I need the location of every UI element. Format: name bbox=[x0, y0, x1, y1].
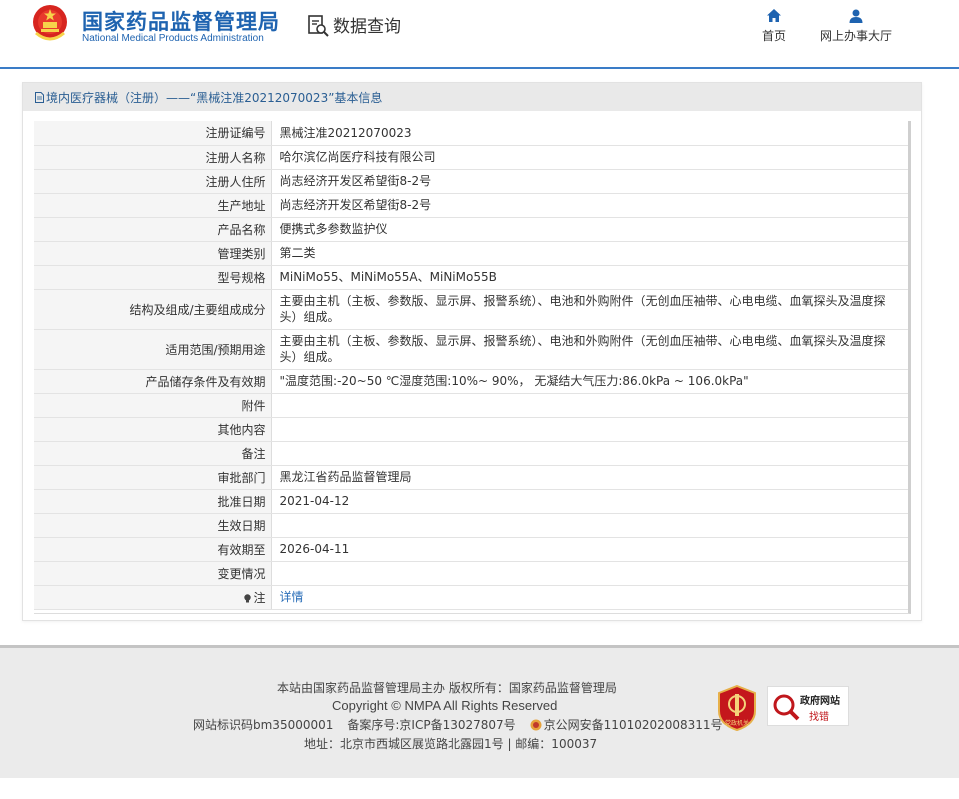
field-value: 便携式多参数监护仪 bbox=[271, 217, 908, 242]
table-row: 结构及组成/主要组成成分 主要由主机（主板、参数版、显示屏、报警系统）、电池和外… bbox=[34, 289, 908, 330]
field-value bbox=[271, 561, 908, 586]
field-label: 产品名称 bbox=[34, 217, 272, 242]
table-row: 注册证编号 黑械注准20212070023 bbox=[34, 121, 908, 146]
home-icon bbox=[767, 9, 781, 22]
table-row: 注册人住所 尚志经济开发区希望街8-2号 bbox=[34, 169, 908, 194]
field-label: 型号规格 bbox=[34, 265, 272, 290]
table-row: 管理类别 第二类 bbox=[34, 241, 908, 266]
details-link[interactable]: 详情 bbox=[280, 590, 304, 604]
note-value-cell: 详情 bbox=[271, 585, 908, 610]
document-icon bbox=[35, 91, 44, 103]
detail-table-wrapper[interactable]: 注册证编号 黑械注准20212070023 注册人名称 哈尔滨亿尚医疗科技有限公… bbox=[34, 121, 911, 614]
field-value bbox=[271, 513, 908, 538]
gov-site-error-badge[interactable]: 政府网站 找错 bbox=[767, 686, 849, 726]
field-value: 尚志经济开发区希望街8-2号 bbox=[271, 193, 908, 218]
footer-police-record[interactable]: 京公网安备11010202008311号 bbox=[530, 716, 723, 733]
detail-table: 注册证编号 黑械注准20212070023 注册人名称 哈尔滨亿尚医疗科技有限公… bbox=[34, 121, 908, 610]
party-government-badge-icon[interactable]: 党政机关 bbox=[716, 685, 758, 731]
site-header: 国家药品监督管理局 National Medical Products Admi… bbox=[0, 0, 959, 69]
field-label: 产品储存条件及有效期 bbox=[34, 369, 272, 394]
field-value: 2026-04-11 bbox=[271, 537, 908, 562]
site-footer: 本站由国家药品监督管理局主办 版权所有：国家药品监督管理局 Copyright … bbox=[0, 645, 959, 778]
table-row: 批准日期 2021-04-12 bbox=[34, 489, 908, 514]
party-badge-text: 党政机关 bbox=[725, 719, 749, 727]
table-row: 其他内容 bbox=[34, 417, 908, 442]
data-query-label: 数据查询 bbox=[333, 17, 401, 37]
footer-registration: 网站标识码bm35000001 备案序号:京ICP备13027807号 京公网安… bbox=[193, 716, 723, 733]
nav-service-hall-label: 网上办事大厅 bbox=[819, 29, 892, 43]
field-label: 注册证编号 bbox=[34, 121, 272, 146]
field-label: 管理类别 bbox=[34, 241, 272, 266]
field-label: 审批部门 bbox=[34, 465, 272, 490]
note-label-cell: 注 bbox=[34, 585, 272, 610]
logo-title-en[interactable]: National Medical Products Administration bbox=[82, 33, 264, 44]
table-row: 备注 bbox=[34, 441, 908, 466]
logo-title-cn[interactable]: 国家药品监督管理局 bbox=[82, 6, 280, 36]
field-value: 第二类 bbox=[271, 241, 908, 266]
user-icon bbox=[849, 9, 863, 23]
field-label: 注册人名称 bbox=[34, 145, 272, 170]
gov-badge-title: 政府网站 bbox=[800, 696, 840, 707]
field-value: 主要由主机（主板、参数版、显示屏、报警系统）、电池和外购附件（无创血压袖带、心电… bbox=[271, 329, 908, 370]
field-value: 哈尔滨亿尚医疗科技有限公司 bbox=[271, 145, 908, 170]
nav-home[interactable]: 首页 bbox=[760, 8, 788, 44]
note-label: 注 bbox=[253, 590, 266, 605]
field-value: MiNiMo55、MiNiMo55A、MiNiMo55B bbox=[271, 265, 908, 290]
footer-sponsor: 本站由国家药品监督管理局主办 版权所有：国家药品监督管理局 bbox=[277, 681, 617, 695]
field-value: 黑械注准20212070023 bbox=[271, 121, 908, 146]
panel-heading-text: 境内医疗器械（注册）——“黑械注准20212070023”基本信息 bbox=[46, 90, 383, 105]
document-search-icon bbox=[308, 14, 329, 37]
table-row-note: 注 详情 bbox=[34, 585, 908, 610]
table-row: 生效日期 bbox=[34, 513, 908, 538]
footer-site-id: 网站标识码bm35000001 bbox=[193, 718, 334, 732]
field-value bbox=[271, 417, 908, 442]
field-value: 主要由主机（主板、参数版、显示屏、报警系统）、电池和外购附件（无创血压袖带、心电… bbox=[271, 289, 908, 330]
field-value: 2021-04-12 bbox=[271, 489, 908, 514]
footer-address: 地址：北京市西城区展览路北露园1号 | 邮编：100037 bbox=[304, 737, 598, 751]
table-row: 附件 bbox=[34, 393, 908, 418]
field-label: 生效日期 bbox=[34, 513, 272, 538]
field-value: 黑龙江省药品监督管理局 bbox=[271, 465, 908, 490]
field-label: 生产地址 bbox=[34, 193, 272, 218]
field-label: 其他内容 bbox=[34, 417, 272, 442]
field-label: 变更情况 bbox=[34, 561, 272, 586]
table-row: 审批部门 黑龙江省药品监督管理局 bbox=[34, 465, 908, 490]
nav-home-label: 首页 bbox=[761, 29, 786, 43]
footer-police-text: 京公网安备11010202008311号 bbox=[543, 718, 723, 732]
table-row: 注册人名称 哈尔滨亿尚医疗科技有限公司 bbox=[34, 145, 908, 170]
nav-service-hall[interactable]: 网上办事大厅 bbox=[818, 8, 894, 44]
field-label: 结构及组成/主要组成成分 bbox=[34, 289, 272, 330]
lightbulb-icon bbox=[244, 593, 252, 602]
table-row: 产品储存条件及有效期 "温度范围:-20~50 ℃湿度范围:10%~ 90%， … bbox=[34, 369, 908, 394]
field-label: 适用范围/预期用途 bbox=[34, 329, 272, 370]
detail-panel: 境内医疗器械（注册）——“黑械注准20212070023”基本信息 注册证编号 … bbox=[22, 82, 922, 621]
field-value: "温度范围:-20~50 ℃湿度范围:10%~ 90%， 无凝结大气压力:86.… bbox=[271, 369, 908, 394]
field-label: 备注 bbox=[34, 441, 272, 466]
table-row: 适用范围/预期用途 主要由主机（主板、参数版、显示屏、报警系统）、电池和外购附件… bbox=[34, 329, 908, 370]
table-row: 有效期至 2026-04-11 bbox=[34, 537, 908, 562]
gov-badge-sub: 找错 bbox=[809, 712, 829, 723]
footer-icp-link[interactable]: 备案序号:京ICP备13027807号 bbox=[347, 716, 515, 733]
magnifier-icon bbox=[773, 694, 800, 721]
panel-heading: 境内医疗器械（注册）——“黑械注准20212070023”基本信息 bbox=[23, 83, 921, 111]
field-label: 批准日期 bbox=[34, 489, 272, 514]
header-divider bbox=[0, 67, 959, 69]
field-value bbox=[271, 441, 908, 466]
data-query-title: 数据查询 bbox=[306, 12, 401, 37]
field-label: 注册人住所 bbox=[34, 169, 272, 194]
field-label: 附件 bbox=[34, 393, 272, 418]
table-row: 变更情况 bbox=[34, 561, 908, 586]
field-label: 有效期至 bbox=[34, 537, 272, 562]
field-value: 尚志经济开发区希望街8-2号 bbox=[271, 169, 908, 194]
national-emblem-icon[interactable] bbox=[30, 3, 70, 45]
field-value bbox=[271, 393, 908, 418]
footer-copyright: Copyright © NMPA All Rights Reserved bbox=[332, 698, 558, 713]
police-badge-icon bbox=[530, 719, 542, 730]
table-row: 生产地址 尚志经济开发区希望街8-2号 bbox=[34, 193, 908, 218]
table-row: 产品名称 便携式多参数监护仪 bbox=[34, 217, 908, 242]
table-row: 型号规格 MiNiMo55、MiNiMo55A、MiNiMo55B bbox=[34, 265, 908, 290]
